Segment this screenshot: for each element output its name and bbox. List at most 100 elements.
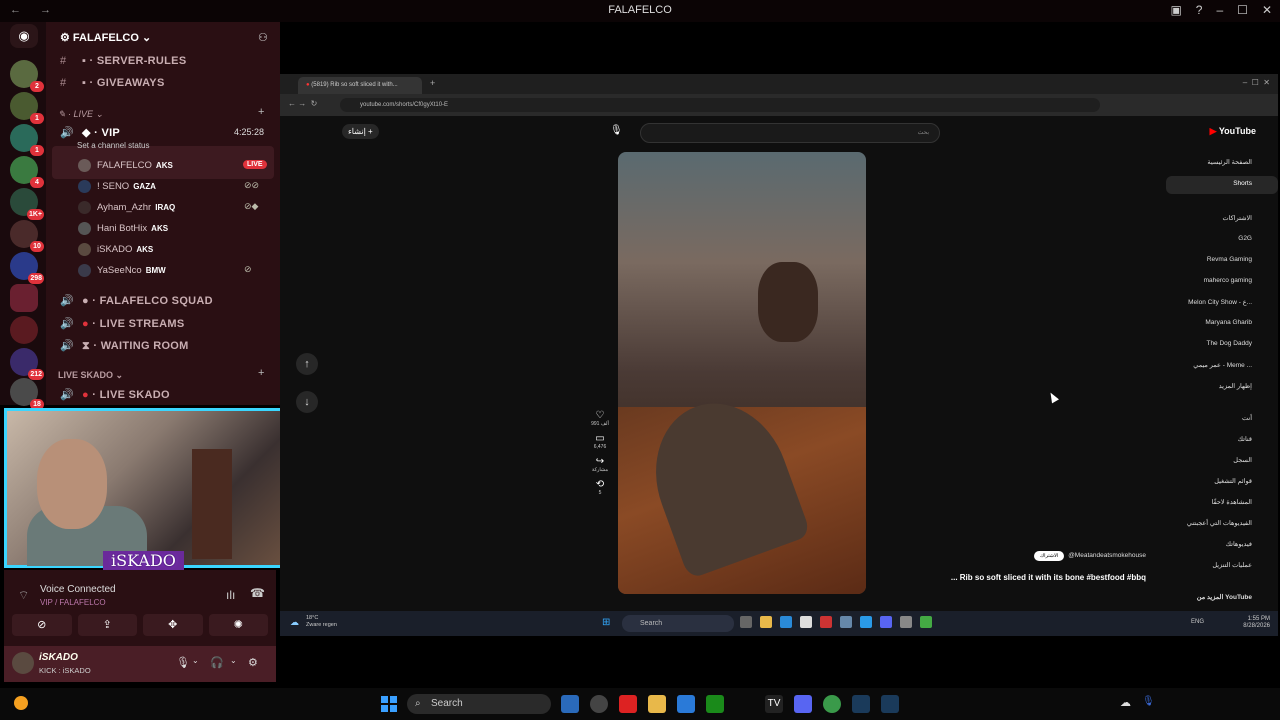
server-icon[interactable]: 212 <box>10 348 44 380</box>
soundboard-button[interactable]: ✺ <box>208 614 268 636</box>
voice-user[interactable]: YaSeeNco BMW <box>78 264 166 277</box>
app-icon[interactable] <box>740 616 752 628</box>
show-more[interactable]: إظهار المزيد <box>1219 382 1252 390</box>
chrome-icon[interactable] <box>823 695 841 713</box>
channel-status[interactable]: Set a channel status <box>77 141 150 150</box>
server-icon[interactable]: 1 <box>10 124 44 156</box>
prev-short-button[interactable]: ↑ <box>296 353 318 375</box>
voice-user[interactable]: iSKADO AKS <box>78 243 153 256</box>
subscribe-button[interactable]: الاشتراك <box>1033 551 1065 561</box>
xbox-icon[interactable] <box>706 695 724 713</box>
you-item[interactable]: قناتك <box>1238 435 1252 443</box>
help-icon[interactable]: ? <box>1196 3 1203 17</box>
app-icon[interactable] <box>900 616 912 628</box>
next-short-button[interactable]: ↓ <box>296 391 318 413</box>
add-channel-icon[interactable]: + <box>258 367 264 379</box>
inbox-icon[interactable]: ▣ <box>1170 3 1181 17</box>
taskbar-search[interactable]: ⌕ Search <box>407 694 551 714</box>
youtube-logo[interactable]: ▶ YouTube <box>1210 126 1256 137</box>
server-icon[interactable]: 4 <box>10 156 44 188</box>
close-button[interactable]: ✕ <box>1262 3 1272 17</box>
chevron-down-icon[interactable]: ⌄ <box>192 656 199 665</box>
voice-user[interactable]: Ayham_Azhr IRAQ <box>78 201 175 214</box>
channel-live-skado[interactable]: 🔊 ● · LIVE SKADO <box>60 388 170 401</box>
avatar[interactable] <box>12 652 34 674</box>
you-item[interactable]: المشاهدة لاحقًا <box>1212 498 1252 506</box>
edge-icon[interactable] <box>780 616 792 628</box>
short-channel[interactable]: الاشتراك @Meatandeatsmokehouse <box>1033 551 1146 561</box>
comment-button[interactable]: ▭ 6,476 <box>589 433 611 450</box>
you-item[interactable]: عمليات التنزيل <box>1212 561 1252 569</box>
server-icon[interactable] <box>10 284 38 312</box>
create-button[interactable]: إنشاء + <box>342 124 379 139</box>
voice-user[interactable]: FALAFELCO AKS <box>78 159 173 172</box>
voice-user[interactable]: Hani BotHix AKS <box>78 222 168 235</box>
channel-waiting-room[interactable]: 🔊 ⧗ · WAITING ROOM <box>60 339 189 353</box>
sub-item[interactable]: maherco gaming <box>1204 277 1252 284</box>
remote-clock[interactable]: 1:55 PM 8/28/2026 <box>1243 616 1270 630</box>
like-button[interactable]: ♡ 991 ألف <box>589 410 611 427</box>
channel-vip[interactable]: 🔊 ◆ · VIP <box>60 126 120 139</box>
new-tab-button[interactable]: + <box>430 78 435 88</box>
minimize-button[interactable]: – <box>1216 3 1223 17</box>
screenshare-button[interactable]: ⇪ <box>77 614 137 636</box>
chrome-icon[interactable] <box>920 616 932 628</box>
you-item[interactable]: فيديوهاتك <box>1226 540 1252 548</box>
app-icon[interactable] <box>561 695 579 713</box>
app-icon[interactable] <box>820 616 832 628</box>
yt-search-input[interactable]: بحث <box>640 123 940 143</box>
language-indicator[interactable]: ENG <box>1191 619 1204 625</box>
app-icon[interactable]: TV <box>765 695 783 713</box>
sub-item[interactable]: Maryana Gharib <box>1205 319 1252 326</box>
server-icon[interactable]: 1 <box>10 92 44 124</box>
mic-icon[interactable]: 🎙 <box>176 656 190 669</box>
short-video[interactable] <box>618 152 866 594</box>
browser-tab[interactable]: ● (5819) Rib so soft sliced it with... <box>298 77 422 94</box>
sidebar-item-shorts[interactable]: Shorts <box>1233 180 1252 187</box>
app-icon[interactable] <box>800 616 812 628</box>
store-icon[interactable] <box>860 616 872 628</box>
start-icon[interactable] <box>381 696 397 712</box>
remix-button[interactable]: ⟲ 5 <box>589 479 611 496</box>
folder-icon[interactable] <box>760 616 772 628</box>
channel-server-rules[interactable]: # ▪ · SERVER-RULES <box>60 55 186 67</box>
voice-user[interactable]: ! SENO GAZA <box>78 180 156 193</box>
cloud-icon[interactable]: ☁ <box>1120 696 1131 709</box>
subs-header[interactable]: الاشتراكات <box>1222 214 1252 222</box>
you-item[interactable]: قوائم التشغيل <box>1214 477 1252 485</box>
add-member-icon[interactable]: ⚇ <box>258 31 268 44</box>
store-icon[interactable] <box>677 695 695 713</box>
app-icon[interactable] <box>590 695 608 713</box>
voice-channel[interactable]: VIP / FALAFELCO <box>40 598 106 607</box>
server-icon[interactable] <box>10 316 38 344</box>
server-icon[interactable]: 10 <box>10 220 44 252</box>
channel-live-streams[interactable]: 🔊 ● · LIVE STREAMS <box>60 317 185 330</box>
server-icon[interactable]: 1K+ <box>10 188 44 220</box>
activities-button[interactable]: ✥ <box>143 614 203 636</box>
discord-icon[interactable] <box>794 695 812 713</box>
mic-icon[interactable]: 🎙 <box>1142 696 1155 707</box>
weather-widget[interactable]: 18°C Zware regen <box>306 615 337 629</box>
sub-item[interactable]: The Dog Daddy <box>1206 340 1252 347</box>
camera-button[interactable]: ⊘ <box>12 614 72 636</box>
channel-falafelco-squad[interactable]: 🔊 ● · FALAFELCO SQUAD <box>60 294 213 307</box>
browser-nav[interactable]: ← → ↻ <box>288 99 317 108</box>
steam-icon[interactable] <box>852 695 870 713</box>
sub-item[interactable]: Revma Gaming <box>1207 256 1252 263</box>
you-item[interactable]: السجل <box>1233 456 1252 464</box>
server-icon[interactable]: 298 <box>10 252 44 284</box>
disconnect-icon[interactable]: ☎ <box>250 586 265 600</box>
category-live-skado[interactable]: LIVE SKADO ⌄ <box>58 370 123 381</box>
maximize-button[interactable]: ☐ <box>1237 3 1248 17</box>
gear-icon[interactable]: ⚙ <box>248 656 258 669</box>
chevron-down-icon[interactable]: ⌄ <box>230 656 237 665</box>
browser-window-controls[interactable]: – ☐ ✕ <box>1243 78 1270 87</box>
you-header[interactable]: أنت <box>1242 414 1252 422</box>
discord-icon[interactable] <box>880 616 892 628</box>
sub-item[interactable]: G2G <box>1238 235 1252 242</box>
discord-home-icon[interactable]: ◉ <box>10 24 38 48</box>
sub-item[interactable]: عمر ميمي - Meme ... <box>1193 361 1252 369</box>
start-icon[interactable]: ⊞ <box>602 617 610 628</box>
folder-icon[interactable] <box>648 695 666 713</box>
remote-search[interactable]: Search <box>622 615 734 632</box>
